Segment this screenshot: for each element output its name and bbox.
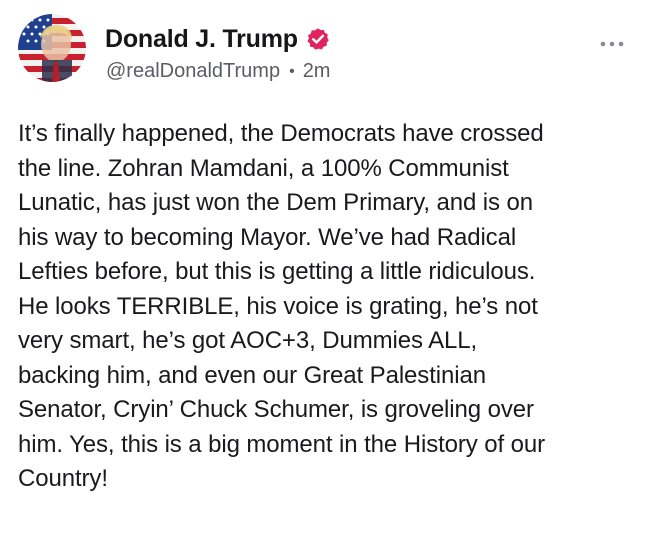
post-card: Donald J. Trump @realDonaldTrump • 2m It… <box>0 0 648 545</box>
more-horizontal-icon <box>600 41 624 47</box>
meta-separator: • <box>289 62 295 80</box>
post-meta: @realDonaldTrump • 2m <box>106 60 330 83</box>
post-body-line: the line. Zohran Mamdani, a 100% Communi… <box>18 154 509 182</box>
avatar-image <box>18 14 86 82</box>
post-body-line: Senator, Cryin’ Chuck Schumer, is grovel… <box>18 396 534 423</box>
post-body-line: Lefties before, but this is getting a li… <box>18 258 536 285</box>
post-body-line: backing him, and even our Great Palestin… <box>18 361 486 389</box>
post-body-line: Lunatic, has just won the Dem Primary, a… <box>18 189 533 216</box>
post-timestamp[interactable]: 2m <box>303 60 331 83</box>
post-body-line: his way to becoming Mayor. We’ve had Rad… <box>18 223 517 251</box>
post-body-line: Country! <box>18 465 108 492</box>
author-display-name[interactable]: Donald J. Trump <box>105 25 298 54</box>
more-options-button[interactable] <box>594 32 630 56</box>
post-header: Donald J. Trump @realDonaldTrump • 2m <box>0 0 648 100</box>
author-name-row: Donald J. Trump <box>105 22 330 56</box>
post-body-line: him. Yes, this is a big moment in the Hi… <box>18 430 546 458</box>
post-body-line: He looks TERRIBLE, his voice is grating,… <box>18 292 538 320</box>
verified-badge-icon <box>307 28 329 50</box>
post-body: It’s finally happened, the Democrats hav… <box>18 117 643 497</box>
author-avatar[interactable] <box>18 14 86 82</box>
post-body-line: very smart, he’s got AOC+3, Dummies ALL, <box>18 327 478 354</box>
author-handle[interactable]: @realDonaldTrump <box>106 60 280 83</box>
post-body-line: It’s finally happened, the Democrats hav… <box>18 120 544 147</box>
